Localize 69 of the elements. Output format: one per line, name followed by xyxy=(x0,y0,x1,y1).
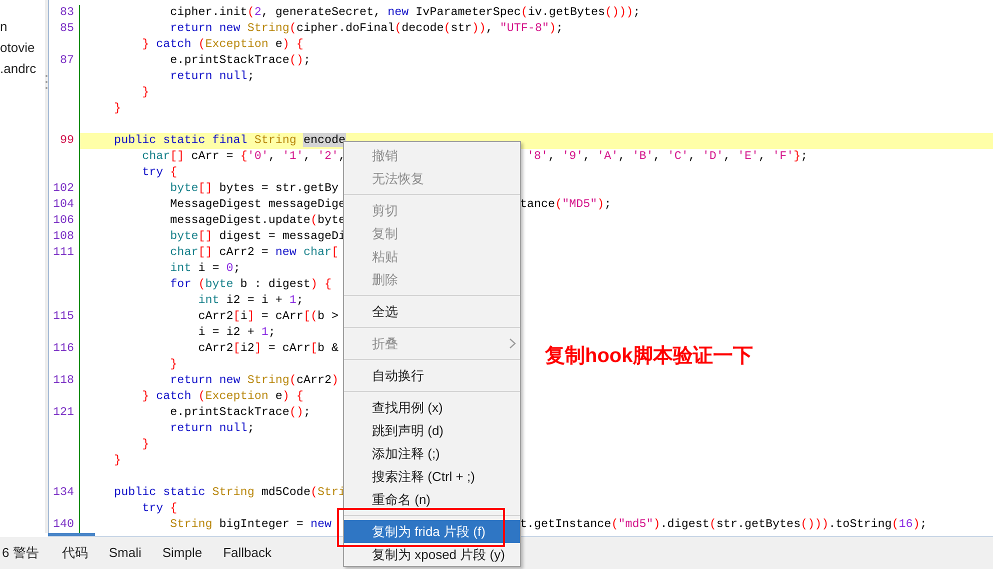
line-number: 121 xyxy=(52,405,74,420)
menu-item[interactable]: 重命名 (n) xyxy=(344,488,520,511)
line-number: 118 xyxy=(52,373,74,388)
menu-item[interactable]: 查找用例 (x) xyxy=(344,396,520,419)
code-line: } xyxy=(113,452,122,470)
code-line: } catch (Exception e) { xyxy=(141,388,304,406)
code-line: cipher.init(2, generateSecret, new IvParameterSpec(iv.getBytes())); xyxy=(169,4,640,22)
code-line: e.printStackTrace(); xyxy=(169,404,310,422)
annotation-text: 复制hook脚本验证一下 xyxy=(545,344,753,369)
bottom-tab[interactable]: Simple xyxy=(162,543,202,563)
splitter[interactable] xyxy=(45,0,49,533)
code-line: public static String md5Code(Stri xyxy=(113,484,346,502)
bottom-tab[interactable]: 6 警告 xyxy=(2,543,39,563)
code-line: } xyxy=(169,356,178,374)
line-number: 83 xyxy=(60,5,74,20)
code-line: tance("MD5"); xyxy=(520,196,612,214)
code-line: return null; xyxy=(169,420,254,438)
code-line: return null; xyxy=(169,68,254,86)
menu-item[interactable]: 搜索注释 (Ctrl + ;) xyxy=(344,465,520,488)
code-line: t.getInstance("md5").digest(str.getBytes())).toString(16); xyxy=(520,516,927,534)
code-line: } xyxy=(141,436,150,454)
line-number: 111 xyxy=(52,245,74,260)
code-line: for (byte b : digest) { xyxy=(169,276,332,294)
scrollbar-thumb[interactable] xyxy=(48,533,95,536)
code-line: e.printStackTrace(); xyxy=(169,52,310,70)
line-number: 140 xyxy=(52,517,74,532)
tree-item[interactable]: otovie xyxy=(0,37,45,58)
code-line: '8', '9', 'A', 'B', 'C', 'D', 'E', 'F'}; xyxy=(526,148,808,166)
line-number: 134 xyxy=(52,485,74,500)
code-line: try { xyxy=(141,164,178,182)
code-line: byte[] digest = messageDi xyxy=(169,228,346,246)
code-line: String bigInteger = new xyxy=(169,516,332,534)
code-line: public static final String encode xyxy=(113,132,346,150)
code-line: cArr2[i] = cArr[(b > xyxy=(197,308,339,326)
code-line: return new String(cArr2) xyxy=(169,372,339,390)
menu-item[interactable]: 添加注释 (;) xyxy=(344,442,520,465)
tree-item[interactable]: .andrc xyxy=(0,58,45,79)
line-number: 87 xyxy=(60,53,74,68)
line-number: 104 xyxy=(52,197,74,212)
line-number: 116 xyxy=(52,341,74,356)
code-line: MessageDigest messageDige xyxy=(169,196,342,214)
line-number: 115 xyxy=(52,309,74,324)
code-line: byte[] bytes = str.getBy xyxy=(169,180,338,198)
bottom-tab[interactable]: 代码 xyxy=(62,543,88,563)
code-line: } catch (Exception e) { xyxy=(141,36,304,54)
menu-item[interactable]: 复制为 xposed 片段 (y) xyxy=(344,543,520,566)
menu-item[interactable]: 自动换行 xyxy=(344,364,520,387)
code-line: int i = 0; xyxy=(169,260,240,278)
code-line: int i2 = i + 1; xyxy=(197,292,304,310)
code-line: } xyxy=(141,84,150,102)
code-line: char[] cArr = {'0', '1', '2', xyxy=(141,148,342,166)
grip-icon xyxy=(45,74,48,90)
code-line: char[] cArr2 = new char[ xyxy=(169,244,339,262)
line-number: 85 xyxy=(60,21,74,36)
code-line: } xyxy=(113,100,122,118)
line-number: 102 xyxy=(52,181,74,196)
code-line: return new String(cipher.doFinal(decode(str)), "UTF-8"); xyxy=(169,20,564,38)
code-line: i = i2 + 1; xyxy=(197,324,276,342)
line-number: 99 xyxy=(60,133,74,148)
code-line: cArr2[i2] = cArr[b & xyxy=(197,340,339,358)
menu-item[interactable]: 跳到声明 (d) xyxy=(344,419,520,442)
bottom-tab[interactable]: Smali xyxy=(108,543,142,563)
bottom-tab[interactable]: Fallback xyxy=(223,543,272,563)
line-number: 108 xyxy=(52,229,74,244)
menu-item[interactable]: 全选 xyxy=(344,300,520,323)
menu-item[interactable]: 复制为 frida 片段 (f) xyxy=(344,520,520,543)
line-number: 106 xyxy=(52,213,74,228)
tree-item[interactable]: n xyxy=(0,16,45,37)
code-line: try { xyxy=(141,500,178,518)
